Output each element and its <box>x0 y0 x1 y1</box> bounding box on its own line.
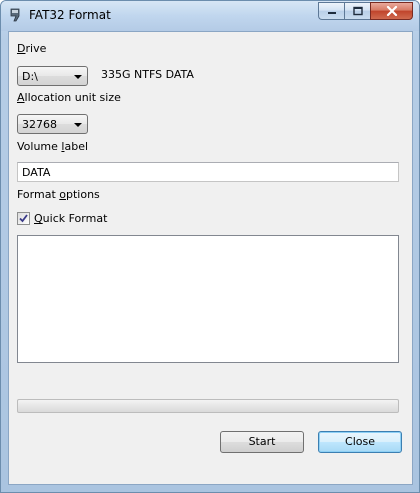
output-log[interactable] <box>17 235 399 363</box>
quick-format-checkbox[interactable] <box>17 212 30 225</box>
chevron-down-icon <box>74 123 82 127</box>
quick-format-label[interactable]: Quick Format <box>34 212 107 225</box>
checkmark-icon <box>19 214 28 223</box>
allocation-select[interactable]: 32768 <box>17 114 88 134</box>
window-title: FAT32 Format <box>29 8 111 22</box>
allocation-select-value: 32768 <box>22 118 57 131</box>
allocation-label: Allocation unit size <box>17 91 121 104</box>
start-button[interactable]: Start <box>220 431 304 453</box>
progress-bar <box>17 399 399 413</box>
maximize-icon <box>352 6 363 16</box>
maximize-button[interactable] <box>344 2 370 20</box>
volume-label-input[interactable]: DATA <box>17 162 399 182</box>
format-options-label: Format options <box>17 188 100 201</box>
drive-select[interactable]: D:\ <box>17 66 88 86</box>
close-icon <box>386 6 397 16</box>
chevron-down-icon <box>74 75 82 79</box>
app-window: FAT32 Format Drive D:\ 335G NTFS DATA Al… <box>0 0 420 493</box>
title-bar[interactable]: FAT32 Format <box>1 1 419 31</box>
dialog-body: Drive D:\ 335G NTFS DATA Allocation unit… <box>8 31 413 485</box>
drive-info: 335G NTFS DATA <box>101 68 194 81</box>
minimize-button[interactable] <box>318 2 344 20</box>
close-window-button[interactable] <box>370 2 413 20</box>
caption-buttons <box>318 2 413 21</box>
close-button[interactable]: Close <box>318 431 402 453</box>
format-app-icon <box>10 8 20 22</box>
minimize-icon <box>327 12 336 14</box>
drive-select-value: D:\ <box>22 70 38 83</box>
drive-label: Drive <box>17 42 47 55</box>
volume-label: Volume label <box>17 140 89 153</box>
